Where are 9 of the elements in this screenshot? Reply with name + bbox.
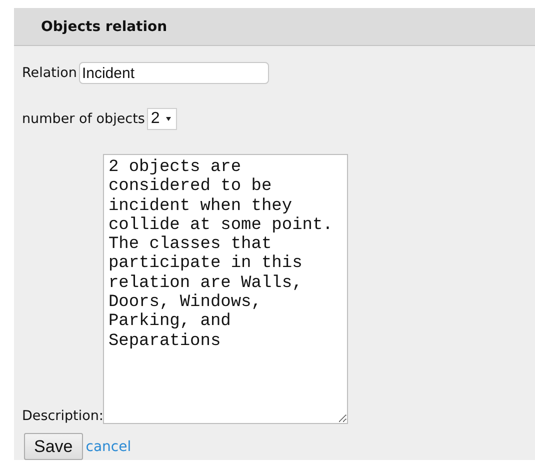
object-count-dropdown[interactable]: 2 xyxy=(146,108,177,130)
description-label: Description: xyxy=(22,408,104,424)
panel-title: Objects relation xyxy=(41,18,168,34)
save-button[interactable]: Save xyxy=(24,433,83,460)
description-field[interactable]: 2 objects are considered to be incident when they collide at some point. The classes that participate in this relation are Walls, Doors, Windows, Parking, and Separations xyxy=(103,154,348,424)
relation-field[interactable]: Incident xyxy=(78,62,269,84)
caret-icon xyxy=(166,117,171,121)
object-count-label: number of objects xyxy=(22,111,145,127)
relation-label: Relation xyxy=(22,65,77,81)
